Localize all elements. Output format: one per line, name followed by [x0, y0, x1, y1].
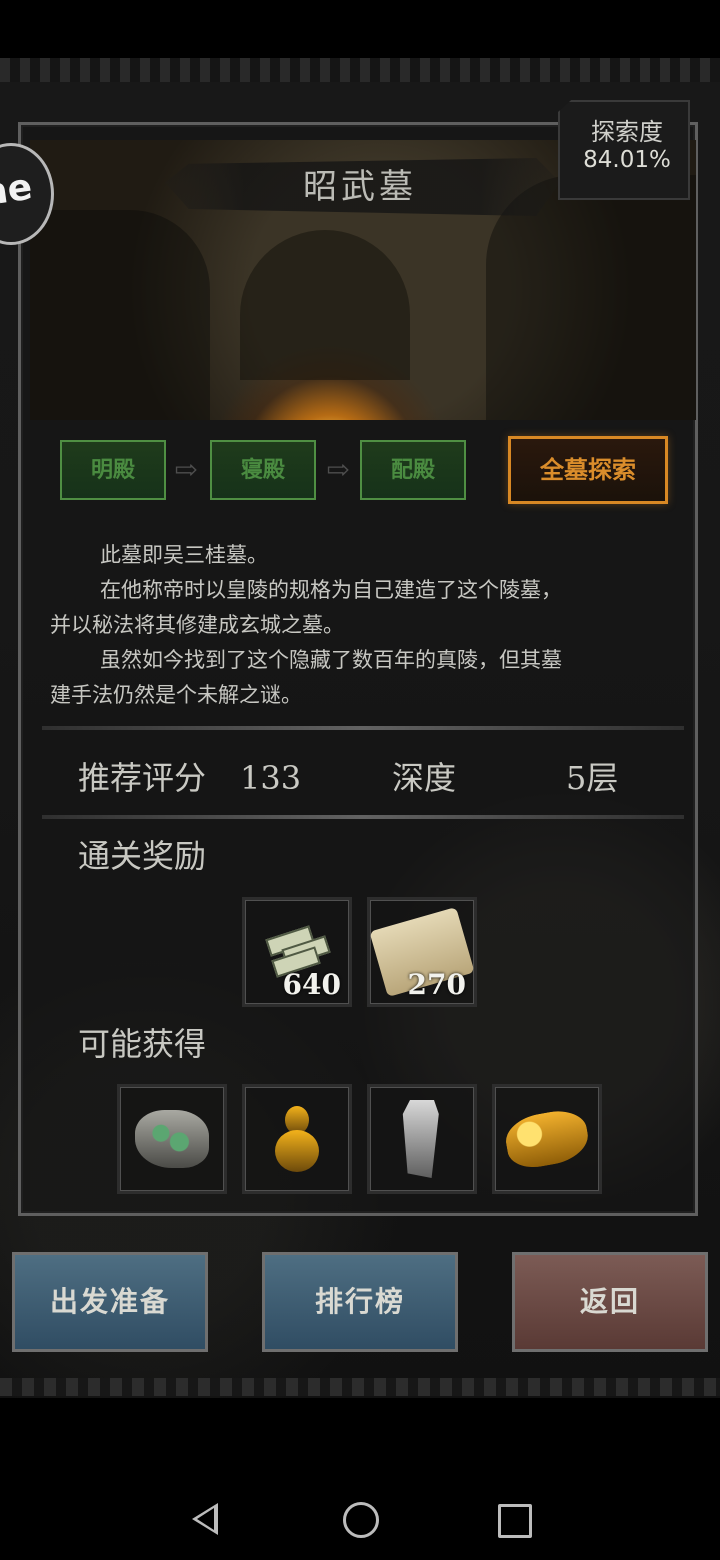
reward-count: 270 [407, 968, 466, 1001]
bottom-border [0, 1378, 720, 1396]
prepare-button[interactable]: 出发准备 [12, 1252, 208, 1352]
top-border [0, 58, 720, 82]
reward-slot-scroll[interactable]: 270 [367, 897, 477, 1007]
gold-icon [502, 1106, 592, 1172]
description-line-5: 建手法仍然是个未解之谜。 [50, 683, 302, 707]
gourd-icon [273, 1098, 321, 1180]
room-button-qin-dian[interactable]: 寝殿 [210, 440, 316, 500]
home-nav-icon[interactable] [343, 1502, 379, 1538]
tomb-description: 此墓即吴三桂墓。 在他称帝时以皇陵的规格为自己建造了这个陵墓， 并以秘法将其修建… [50, 538, 670, 713]
description-line-1: 此墓即吴三桂墓。 [100, 543, 268, 567]
token-icon [402, 1100, 439, 1178]
return-button[interactable]: 返回 [512, 1252, 708, 1352]
recommend-score-label: 推荐评分 [78, 759, 207, 797]
all-explore-button[interactable]: 全墓探索 [508, 436, 668, 504]
description-line-3: 并以秘法将其修建成玄城之墓。 [50, 613, 344, 637]
tomb-title: 昭武墓 [303, 167, 417, 207]
room-button-ming-dian[interactable]: 明殿 [60, 440, 166, 500]
cave-rock-left [30, 210, 210, 420]
clear-reward-title: 通关奖励 [78, 837, 207, 875]
back-nav-icon[interactable] [192, 1503, 218, 1535]
ranking-button[interactable]: 排行榜 [262, 1252, 458, 1352]
explore-label: 探索度 [591, 118, 663, 146]
cave-center-rock [240, 230, 410, 380]
drop-slot-gourd[interactable] [242, 1084, 352, 1194]
reward-count: 640 [282, 968, 341, 1001]
section-divider [42, 815, 684, 819]
game-screen: 昭武墓 探索度 84.01% ne 明殿 ⇨ 寝殿 ⇨ 配殿 全墓探索 此墓即吴… [0, 0, 720, 1560]
arrow-right-icon: ⇨ [174, 453, 198, 486]
depth-label: 深度 [392, 759, 457, 797]
explore-value: 84.01% [583, 147, 671, 173]
recommend-score-value: 133 [240, 759, 302, 797]
section-divider [42, 726, 684, 730]
description-line-4: 虽然如今找到了这个隐藏了数百年的真陵，但其墓 [100, 648, 562, 672]
arrow-right-icon: ⇨ [326, 453, 350, 486]
depth-value: 5层 [566, 759, 619, 797]
side-badge-label: ne [0, 166, 35, 215]
room-button-pei-dian[interactable]: 配殿 [360, 440, 466, 500]
stone-icon [135, 1110, 209, 1168]
description-line-2: 在他称帝时以皇陵的规格为自己建造了这个陵墓， [100, 578, 562, 602]
drop-slot-gold[interactable] [492, 1084, 602, 1194]
reward-slot-money[interactable]: 640 [242, 897, 352, 1007]
recent-apps-icon[interactable] [498, 1504, 532, 1538]
drop-slot-stone[interactable] [117, 1084, 227, 1194]
possible-drop-title: 可能获得 [78, 1025, 207, 1063]
drop-slot-token[interactable] [367, 1084, 477, 1194]
